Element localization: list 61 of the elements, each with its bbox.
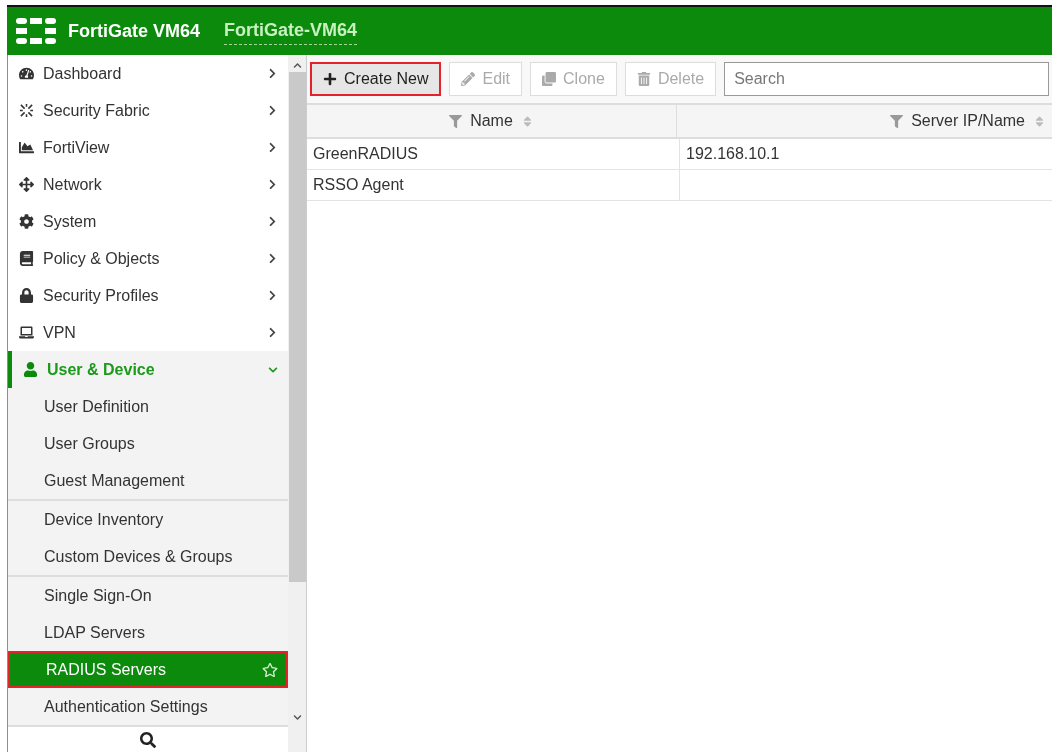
column-title: Name xyxy=(470,111,513,131)
nav-subitem[interactable]: Device Inventory xyxy=(8,501,288,538)
column-header[interactable]: Server IP/Name xyxy=(676,105,1052,137)
chevron-down-icon xyxy=(268,364,278,375)
product-name: FortiGate VM64 xyxy=(68,19,201,43)
table-cell-text: RSSO Agent xyxy=(313,175,404,195)
user-icon xyxy=(22,362,38,377)
nav-item[interactable]: Dashboard xyxy=(8,55,288,92)
nav-subitem[interactable]: Guest Management xyxy=(8,462,288,499)
nav-item[interactable]: Policy & Objects xyxy=(8,240,288,277)
chevron-right-icon xyxy=(267,142,278,153)
nav-subitem[interactable]: LDAP Servers xyxy=(8,614,288,651)
nav-item[interactable]: System xyxy=(8,203,288,240)
chevron-right-icon xyxy=(267,179,278,190)
trash-icon xyxy=(636,72,651,86)
nav-item[interactable]: Security Fabric xyxy=(8,92,288,129)
scroll-down-icon[interactable] xyxy=(292,713,302,722)
nav-subitem[interactable]: User Groups xyxy=(8,425,288,462)
toolbar-button[interactable]: Create New xyxy=(310,62,442,96)
book-icon xyxy=(18,251,34,266)
nav-subitem[interactable]: Custom Devices & Groups xyxy=(8,538,288,575)
nav-subitem[interactable]: User Definition xyxy=(8,388,288,425)
search-icon[interactable] xyxy=(140,731,156,748)
column-title: Server IP/Name xyxy=(911,111,1025,131)
chevron-right-icon xyxy=(267,216,278,227)
table-row[interactable]: GreenRADIUS 192.168.10.1 xyxy=(307,139,1052,170)
sort-icon[interactable] xyxy=(1033,114,1046,128)
chevron-right-icon xyxy=(267,105,278,116)
nav-item[interactable]: Security Profiles xyxy=(8,277,288,314)
nav-item[interactable]: Network xyxy=(8,166,288,203)
fabric-icon xyxy=(18,103,34,118)
nav-item[interactable]: VPN xyxy=(8,314,288,351)
nav-subitem[interactable]: RADIUS Servers xyxy=(8,651,288,688)
dashboard-icon xyxy=(18,66,34,81)
star-icon[interactable] xyxy=(262,661,278,678)
hostname-link[interactable]: FortiGate-VM64 xyxy=(224,17,358,45)
plus-icon xyxy=(323,72,337,86)
column-header[interactable]: Name xyxy=(307,105,676,137)
scroll-up-icon[interactable] xyxy=(292,61,302,70)
clone-icon xyxy=(542,72,557,86)
chevron-right-icon xyxy=(267,327,278,338)
scrollbar[interactable] xyxy=(288,55,307,752)
table-cell-text: 192.168.10.1 xyxy=(686,144,780,164)
area-chart-icon xyxy=(18,140,34,155)
filter-icon[interactable] xyxy=(449,114,463,128)
nav-subitem[interactable]: Single Sign-On xyxy=(8,577,288,614)
chevron-right-icon xyxy=(267,253,278,264)
laptop-icon xyxy=(18,325,34,340)
chevron-right-icon xyxy=(267,68,278,79)
table-row[interactable]: RSSO Agent xyxy=(307,170,1052,201)
search-field[interactable]: Search xyxy=(724,62,1049,96)
nav-subitem[interactable]: Authentication Settings xyxy=(8,688,288,725)
arrows-icon xyxy=(18,177,34,192)
table-cell-text: GreenRADIUS xyxy=(313,144,418,164)
gear-icon xyxy=(18,214,34,229)
filter-icon[interactable] xyxy=(890,114,904,128)
pencil-icon xyxy=(461,72,476,86)
nav-item[interactable]: FortiView xyxy=(8,129,288,166)
lock-icon xyxy=(18,288,34,303)
chevron-right-icon xyxy=(267,290,278,301)
logo-icon xyxy=(16,18,56,44)
